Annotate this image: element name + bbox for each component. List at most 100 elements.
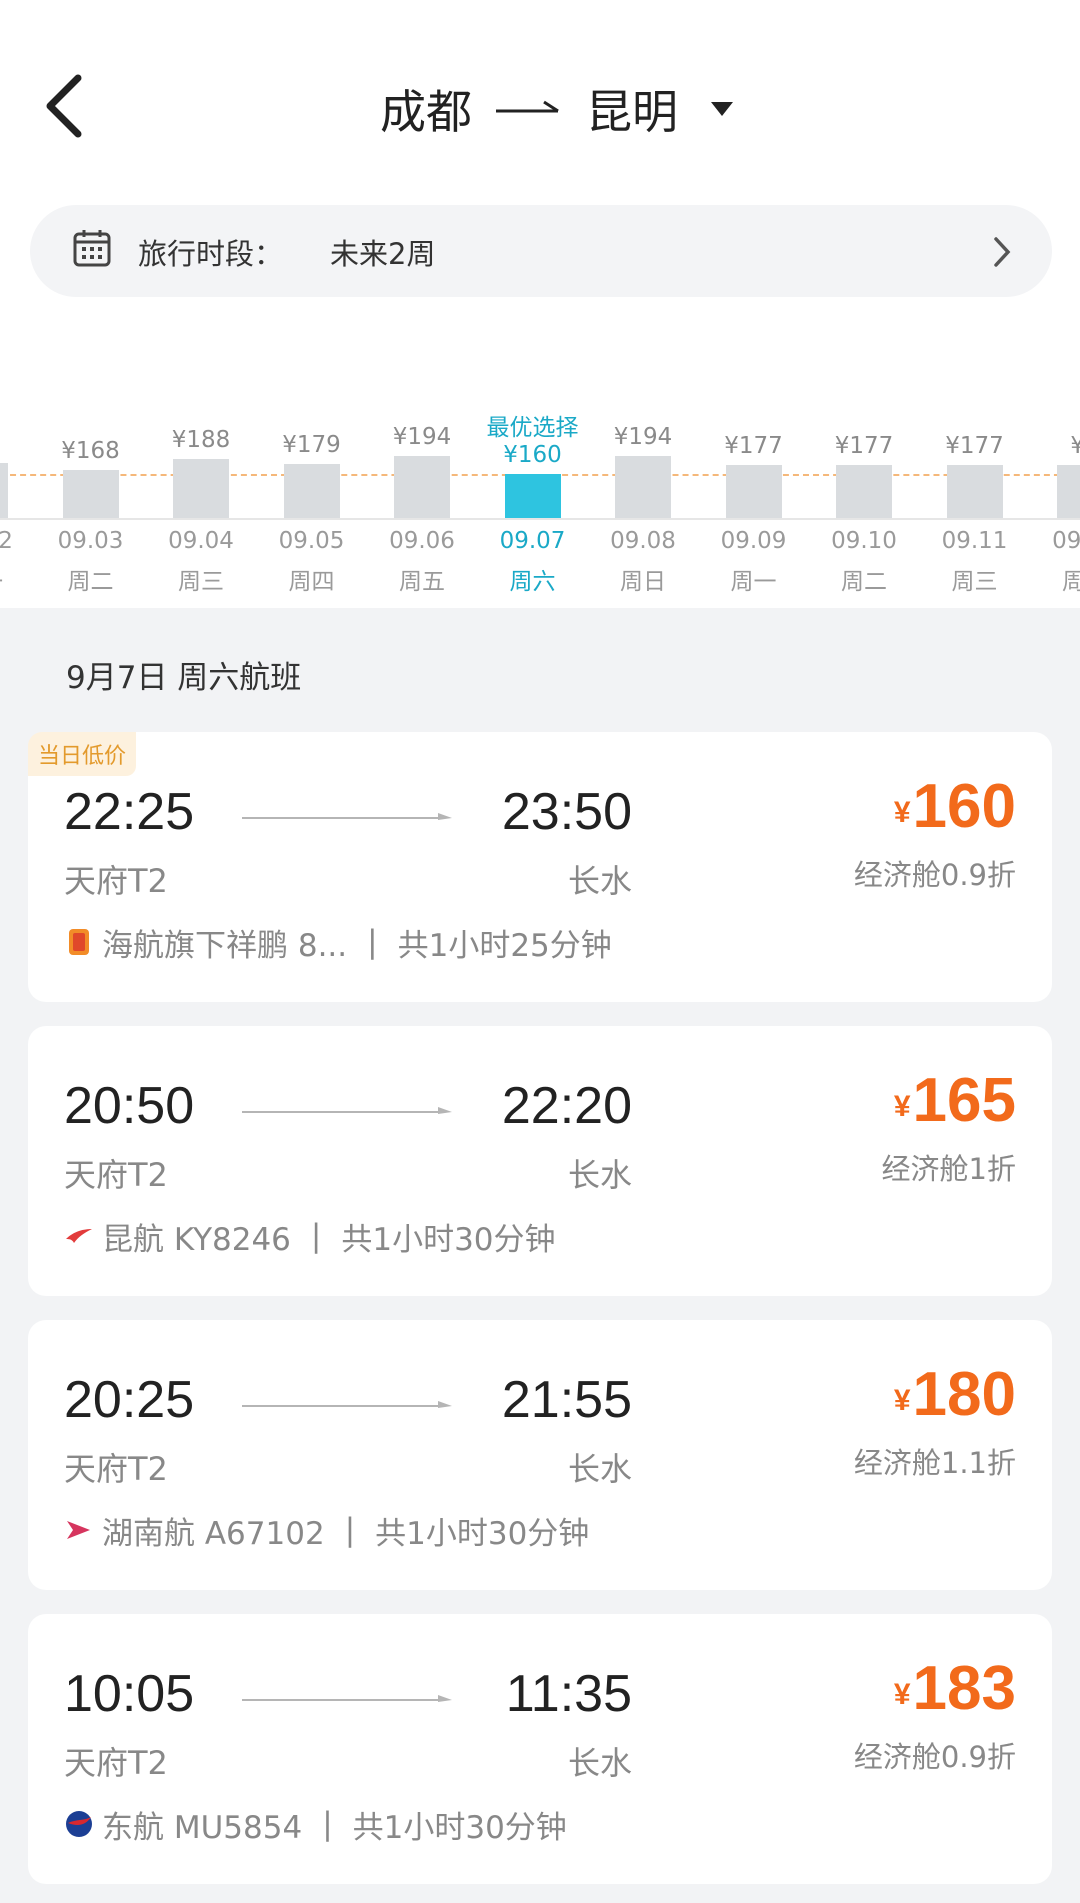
xiangpeng-logo-icon [64, 927, 94, 957]
day-weekday: 周日 [620, 569, 666, 595]
price-value: 160 [912, 772, 1016, 841]
china-eastern-logo-icon [64, 1809, 94, 1839]
price-value: 165 [912, 1066, 1016, 1135]
currency-symbol: ¥ [893, 1090, 911, 1123]
separator: | [310, 1218, 322, 1254]
day-price: ¥188 [171, 427, 231, 454]
day-weekday: 周四 [1062, 569, 1080, 595]
day-date: 09.05 [278, 528, 345, 554]
price-bar [394, 456, 450, 518]
cabin-discount: 经济舱0.9折 [853, 858, 1016, 892]
flight-card[interactable]: 20:50 22:20 天府T2 长水 昆航 KY8246 | 共1小时30分钟 ¥165 经济… [28, 1026, 1052, 1296]
arrival-airport: 长水 [567, 862, 632, 900]
day-price: ¥168 [61, 437, 120, 464]
price-bar [283, 463, 340, 518]
departure-time: 22:25 [64, 783, 195, 841]
flight-card[interactable]: 20:25 21:55 天府T2 长水 湖南航 A67102 | 共1小时30分钟 ¥180 经… [28, 1320, 1052, 1590]
price-bar [0, 463, 8, 518]
day-date: 09.04 [168, 528, 234, 554]
price-bar [725, 465, 782, 518]
day-date: 09.12 [1052, 528, 1080, 554]
departure-airport: 天府T2 [64, 1450, 168, 1488]
airline-flight-number: 东航 MU5854 [102, 1809, 303, 1846]
airline-info: 海航旗下祥鹏 8... | 共1小时25分钟 [64, 922, 612, 964]
price-bar [504, 474, 561, 518]
airline-info: 东航 MU5854 | 共1小时30分钟 [64, 1804, 567, 1846]
departure-airport: 天府T2 [64, 862, 168, 900]
currency-symbol: ¥ [893, 1384, 911, 1417]
airline-flight-number: 海航旗下祥鹏 8... [102, 927, 348, 964]
arrival-time: 23:50 [501, 783, 632, 841]
price-bar [173, 459, 229, 518]
day-weekday: 周二 [67, 569, 114, 595]
day-date: 09.02 [0, 528, 13, 554]
flight-arrow-icon [242, 1695, 452, 1702]
ticket-price: ¥165 [894, 1070, 1016, 1132]
calendar-day[interactable]: ¥1 09.12 周四 [1035, 380, 1080, 600]
flight-duration: 共1小时30分钟 [375, 1515, 590, 1552]
caret-down-icon [711, 102, 733, 116]
calendar-day[interactable]: ¥177 09.09 周一 [704, 380, 804, 600]
day-weekday: 周三 [951, 569, 998, 595]
day-weekday: 周三 [178, 569, 224, 595]
route-title[interactable]: 成都 昆明 [380, 74, 736, 144]
flight-duration: 共1小时30分钟 [341, 1221, 556, 1258]
destination-city: 昆明 [586, 85, 678, 139]
arrival-airport: 长水 [567, 1156, 632, 1194]
calendar-day[interactable]: ¥179 09.05 周四 [262, 380, 362, 600]
chevron-right-icon [994, 237, 1011, 267]
price-value: 183 [912, 1654, 1016, 1723]
ticket-price: ¥180 [894, 1364, 1016, 1426]
airline-flight-number: 昆航 KY8246 [102, 1221, 291, 1258]
airline-info: 湖南航 A67102 | 共1小时30分钟 [64, 1510, 590, 1552]
day-price: ¥? [0, 431, 30, 457]
chevron-left-icon [46, 74, 82, 138]
calendar-day[interactable]: ¥177 09.11 周三 [925, 380, 1025, 600]
departure-time: 20:25 [64, 1371, 195, 1429]
day-date: 09.08 [610, 528, 676, 554]
price-bar [615, 456, 671, 518]
calendar-day[interactable]: ¥194 09.08 周日 [593, 380, 693, 600]
flight-card[interactable]: 10:05 11:35 天府T2 长水 东航 MU5854 | 共1小时30分钟 ¥183 经济… [28, 1614, 1052, 1884]
day-weekday: 周四 [288, 569, 335, 595]
calendar-day[interactable]: ¥168 09.03 周二 [41, 380, 141, 600]
flight-arrow-icon [242, 1107, 452, 1114]
price-bar [946, 465, 1003, 518]
day-date: 09.10 [831, 528, 897, 554]
price-bar [62, 469, 119, 518]
day-date: 09.03 [57, 528, 124, 554]
header-area: 成都 昆明 旅行时段： 未来2周 ¥? 09.02 [0, 0, 1080, 608]
airline-info: 昆航 KY8246 | 共1小时30分钟 [64, 1216, 556, 1258]
ticket-price: ¥160 [894, 776, 1016, 838]
calendar-day[interactable]: ¥? 09.02 周一 [0, 380, 30, 600]
calendar-day[interactable]: ¥177 09.10 周二 [814, 380, 914, 600]
cabin-discount: 经济舱1折 [881, 1152, 1016, 1186]
day-weekday: 周六 [509, 569, 556, 595]
day-weekday: 周二 [841, 569, 887, 595]
price-value: 180 [912, 1360, 1016, 1429]
day-price: ¥160 [503, 442, 562, 468]
arrival-airport: 长水 [567, 1450, 632, 1488]
day-date: 09.07 [499, 528, 566, 554]
kunming-airlines-logo-icon [64, 1221, 94, 1251]
day-date: 09.06 [389, 528, 455, 554]
day-weekday: 周一 [730, 569, 777, 595]
airline-flight-number: 湖南航 A67102 [102, 1515, 325, 1552]
travel-period-value: 未来2周 [330, 237, 436, 271]
separator: | [344, 1512, 356, 1548]
ticket-price: ¥183 [894, 1658, 1016, 1720]
flight-card[interactable]: 当日低价 22:25 23:50 天府T2 长水海航旗下祥鹏 8... | 共1小时25分钟… [28, 732, 1052, 1002]
currency-symbol: ¥ [893, 1678, 911, 1711]
calendar-day-selected[interactable]: ¥160 最优选择 09.07 周六 [483, 380, 583, 600]
travel-period-selector[interactable]: 旅行时段： 未来2周 [30, 205, 1052, 297]
day-price: ¥177 [945, 433, 1004, 459]
day-date: 09.09 [720, 528, 787, 554]
back-button[interactable] [40, 68, 100, 148]
price-calendar: ¥? 09.02 周一 ¥168 09.03 周二 ¥188 09.04 周三 ¥179 09.05… [0, 380, 1080, 600]
calendar-day[interactable]: ¥188 09.04 周三 [151, 380, 251, 600]
hunan-airlines-logo-icon [64, 1515, 94, 1545]
separator: | [322, 1806, 333, 1842]
price-bar [1057, 465, 1080, 518]
departure-time: 10:05 [64, 1665, 195, 1723]
low-price-tag: 当日低价 [28, 732, 137, 776]
